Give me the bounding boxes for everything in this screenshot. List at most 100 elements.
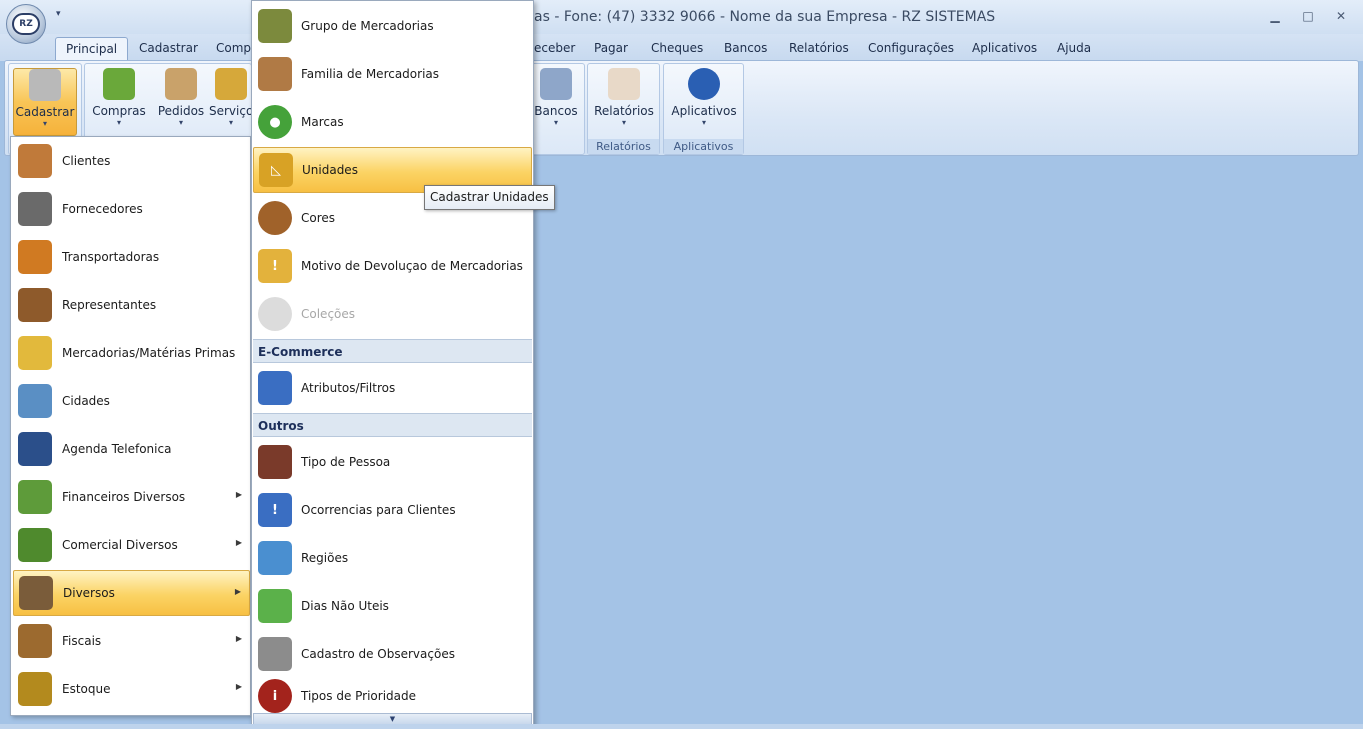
menu-item-label: Representantes (62, 298, 157, 312)
menu-item-label: Financeiros Diversos (62, 490, 186, 504)
menu-item-label: Dias Não Uteis (301, 599, 389, 613)
bancos-label: Bancos (534, 104, 578, 118)
buildings-icon (18, 384, 52, 418)
ribbon-group-bancos: Bancos ▾ (530, 63, 585, 155)
menu-item-transportadoras[interactable]: Transportadoras (13, 234, 250, 280)
menu-item-comercial-diversos[interactable]: Comercial Diversos ▶ (13, 522, 250, 568)
menu-item-dias-nao-uteis[interactable]: Dias Não Uteis (253, 583, 532, 629)
cadastrar-label: Cadastrar (15, 105, 75, 119)
briefcase-icon (18, 288, 52, 322)
menu-item-agenda-telefonica[interactable]: Agenda Telefonica (13, 426, 250, 472)
menu-item-label: Mercadorias/Matérias Primas (62, 346, 236, 360)
tab-cheques[interactable]: Cheques (641, 37, 713, 61)
map-icon (258, 541, 292, 575)
triangle-ruler-icon: ◺ (259, 153, 293, 187)
relatorios-label: Relatórios (594, 104, 654, 118)
menu-item-clientes[interactable]: Clientes (13, 138, 250, 184)
aplicativos-ribbon-button[interactable]: Aplicativos ▾ (668, 68, 740, 136)
tag-icon: ● (258, 105, 292, 139)
cadastrar-dropdown-menu: Clientes Fornecedores Transportadoras Re… (10, 136, 251, 716)
submenu-arrow-icon: ▶ (235, 634, 242, 643)
calendar-icon (258, 589, 292, 623)
relatorios-ribbon-button[interactable]: Relatórios ▾ (592, 68, 656, 136)
worker-icon (215, 68, 247, 100)
tab-configuracoes[interactable]: Configurações (858, 37, 964, 61)
menu-item-label: Diversos (63, 586, 115, 600)
pedidos-ribbon-button[interactable]: Pedidos ▾ (149, 68, 213, 136)
bank-icon (540, 68, 572, 100)
quick-access-dropdown-icon[interactable]: ▾ (56, 9, 61, 19)
submenu-arrow-icon: ▶ (235, 538, 242, 547)
tab-aplicativos[interactable]: Aplicativos (962, 37, 1047, 61)
boxes-icon (258, 9, 292, 43)
scales-icon (18, 624, 52, 658)
menu-item-label: Tipos de Prioridade (301, 689, 417, 703)
tab-pagar[interactable]: Pagar (584, 37, 638, 61)
persons-icon (258, 445, 292, 479)
menu-item-marcas[interactable]: ● Marcas (253, 99, 532, 145)
menu-item-colecoes[interactable]: Coleções (253, 291, 532, 337)
menu-item-label: Cadastro de Observações (301, 647, 455, 661)
tab-cadastrar[interactable]: Cadastrar (129, 37, 208, 61)
shopping-basket-icon (103, 68, 135, 100)
menu-item-financeiros-diversos[interactable]: Financeiros Diversos ▶ (13, 474, 250, 520)
menu-item-ocorrencias-para-clientes[interactable]: ! Ocorrencias para Clientes (253, 487, 532, 533)
title-bar: ▾ as - Fone: (47) 3332 9066 - Nome da su… (0, 0, 1363, 34)
tab-ajuda[interactable]: Ajuda (1047, 37, 1101, 61)
pedidos-label: Pedidos (157, 104, 205, 118)
tab-principal[interactable]: Principal (55, 37, 129, 61)
cabinet-icon (29, 69, 61, 101)
clipboard-icon (165, 68, 197, 100)
menu-item-tipo-de-pessoa[interactable]: Tipo de Pessoa (253, 439, 532, 485)
menu-item-label: Marcas (301, 115, 344, 129)
menu-item-label: Cores (301, 211, 336, 225)
cadastrar-ribbon-button[interactable]: Cadastrar ▾ (13, 68, 77, 136)
menu-item-label: Cidades (62, 394, 110, 408)
dropdown-arrow-icon: ▾ (553, 118, 558, 127)
submenu-arrow-icon: ▶ (234, 587, 241, 596)
menu-item-estoque[interactable]: Estoque ▶ (13, 666, 250, 712)
notepad-icon (258, 637, 292, 671)
client-alert-icon: ! (258, 493, 292, 527)
servicos-ribbon-button[interactable]: Serviço ▾ (209, 68, 253, 136)
basket-icon (18, 528, 52, 562)
menu-item-label: Fornecedores (62, 202, 143, 216)
menu-item-familia-de-mercadorias[interactable]: Familia de Mercadorias (253, 51, 532, 97)
menu-item-label: Estoque (62, 682, 111, 696)
menu-item-label: Motivo de Devoluçao de Mercadorias (301, 259, 523, 273)
menu-item-label: Unidades (302, 163, 358, 177)
tab-relatorios[interactable]: Relatórios (779, 37, 859, 61)
menu-item-grupo-de-mercadorias[interactable]: Grupo de Mercadorias (253, 3, 532, 49)
menu-item-diversos[interactable]: Diversos ▶ (13, 570, 250, 616)
menu-item-cidades[interactable]: Cidades (13, 378, 250, 424)
submenu-arrow-icon: ▶ (235, 490, 242, 499)
section-header-outros: Outros (253, 413, 532, 437)
menu-item-representantes[interactable]: Representantes (13, 282, 250, 328)
menu-item-label: Regiões (301, 551, 349, 565)
aplicativos-label: Aplicativos (671, 104, 737, 118)
menu-item-label: Transportadoras (62, 250, 160, 264)
aplicativos-group-label: Aplicativos (664, 139, 743, 154)
menu-item-fiscais[interactable]: Fiscais ▶ (13, 618, 250, 664)
menu-item-fornecedores[interactable]: Fornecedores (13, 186, 250, 232)
minimize-button[interactable]: ▁ (1262, 6, 1288, 26)
close-button[interactable]: ✕ (1328, 6, 1354, 26)
tooltip: Cadastrar Unidades (424, 185, 555, 210)
menu-item-motivo-de-devolucao[interactable]: ! Motivo de Devoluçao de Mercadorias (253, 243, 532, 289)
menu-item-mercadorias[interactable]: Mercadorias/Matérias Primas (13, 330, 250, 376)
supplier-icon (18, 192, 52, 226)
compras-ribbon-button[interactable]: Compras ▾ (87, 68, 151, 136)
box-open-icon (258, 57, 292, 91)
menu-item-tipos-de-prioridade[interactable]: i Tipos de Prioridade (253, 679, 532, 713)
compras-label: Compras (92, 104, 146, 118)
palette-icon (258, 201, 292, 235)
priority-icon: i (258, 679, 292, 713)
tab-bancos[interactable]: Bancos (714, 37, 777, 61)
application-menu-button[interactable]: RZ (6, 4, 46, 44)
report-icon (608, 68, 640, 100)
bancos-ribbon-button[interactable]: Bancos ▾ (530, 68, 582, 136)
maximize-button[interactable]: □ (1295, 6, 1321, 26)
menu-item-regioes[interactable]: Regiões (253, 535, 532, 581)
menu-item-atributos-filtros[interactable]: Atributos/Filtros (253, 365, 532, 411)
menu-item-cadastro-de-observacoes[interactable]: Cadastro de Observações (253, 631, 532, 677)
